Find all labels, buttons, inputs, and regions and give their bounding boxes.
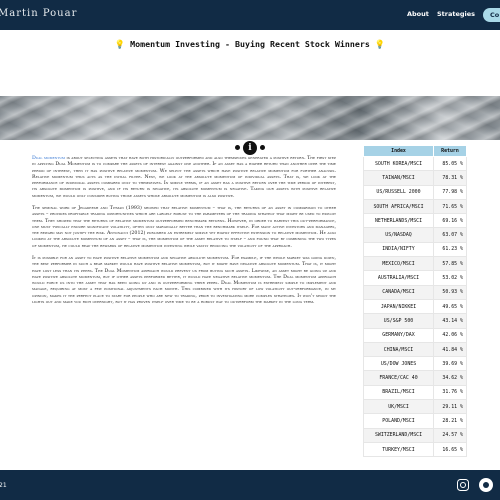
table-row: AUSTRALIA/MSCI 53.02 % xyxy=(363,270,467,286)
info-circle: i xyxy=(243,141,257,155)
table-header-row: Index Return xyxy=(363,145,467,157)
table-row: SWITZERLAND/MSCI 24.57 % xyxy=(363,427,467,443)
return-cell: 77.98 % xyxy=(433,184,467,200)
index-cell: CHINA/MSCI xyxy=(363,341,434,358)
article-paragraph-1-text: is about selecting assets that have both… xyxy=(32,156,337,199)
index-cell: NETHERLANDS/MSCI xyxy=(363,213,434,229)
nav-contact-button[interactable]: Co xyxy=(483,8,500,22)
return-cell: 43.14 % xyxy=(433,313,467,329)
index-cell: INDIA/NIFTY xyxy=(363,241,434,258)
index-cell: US/DOW JONES xyxy=(363,356,434,372)
banner-image xyxy=(0,96,500,140)
table-row: TURKEY/MSCI 16.65 % xyxy=(363,441,467,458)
page-title: 💡 Momentum Investing - Buying Recent Sto… xyxy=(114,39,386,49)
article-paragraph-1: Dual momentum is about selecting assets … xyxy=(32,156,336,200)
index-cell: POLAND/MSCI xyxy=(363,413,434,429)
site-footer: 21 xyxy=(0,470,500,500)
table-row: FRANCE/CAC 40 34.62 % xyxy=(363,370,467,386)
index-cell: US/RUSSELL 2000 xyxy=(363,184,434,200)
table-row: POLAND/MSCI 28.21 % xyxy=(363,413,467,429)
return-cell: 16.65 % xyxy=(433,441,467,458)
return-cell: 85.05 % xyxy=(433,155,467,172)
index-cell: FRANCE/CAC 40 xyxy=(363,370,434,386)
github-icon[interactable] xyxy=(479,478,493,492)
index-cell: SOUTH KOREA/MSCI xyxy=(363,155,434,172)
logo[interactable]: Martin Pouar xyxy=(0,8,77,22)
table-row: CANADA/MSCI 50.93 % xyxy=(363,284,467,300)
dual-momentum-link[interactable]: Dual momentum xyxy=(32,156,65,161)
index-cell: MEXICO/MSCI xyxy=(363,256,434,272)
return-cell: 29.11 % xyxy=(433,399,467,415)
table-row: US/RUSSELL 2000 77.98 % xyxy=(363,184,467,200)
return-cell: 57.85 % xyxy=(433,256,467,272)
return-cell: 53.02 % xyxy=(433,270,467,286)
nav-strategies-link[interactable]: Strategies xyxy=(437,10,475,18)
table-body: SOUTH KOREA/MSCI 85.05 % TAIWAN/MSCI 78.31 … xyxy=(363,155,467,458)
return-cell: 39.69 % xyxy=(433,356,467,372)
return-cell: 71.65 % xyxy=(433,198,467,215)
index-cell: AUSTRALIA/MSCI xyxy=(363,270,434,286)
table-row: MEXICO/MSCI 57.85 % xyxy=(363,256,467,272)
index-cell: CANADA/MSCI xyxy=(363,284,434,300)
footer-text: 21 xyxy=(0,482,7,489)
index-cell: US/NASDAQ xyxy=(363,227,434,243)
return-cell: 28.21 % xyxy=(433,413,467,429)
table-row: SOUTH AFRICA/MSCI 71.65 % xyxy=(363,198,467,215)
instagram-icon[interactable] xyxy=(457,479,469,491)
return-cell: 63.07 % xyxy=(433,227,467,243)
return-cell: 31.76 % xyxy=(433,384,467,401)
table-row: TAIWAN/MSCI 78.31 % xyxy=(363,170,467,186)
table-row: US/DOW JONES 39.69 % xyxy=(363,356,467,372)
return-cell: 34.62 % xyxy=(433,370,467,386)
header-index: Index xyxy=(363,145,434,157)
table-row: BRAZIL/MSCI 31.76 % xyxy=(363,384,467,401)
nav-about-link[interactable]: About xyxy=(407,10,429,18)
return-cell: 61.23 % xyxy=(433,241,467,258)
index-cell: JAPAN/NIKKEI xyxy=(363,298,434,315)
return-cell: 78.31 % xyxy=(433,170,467,186)
table-row: US/NASDAQ 63.07 % xyxy=(363,227,467,243)
index-cell: TAIWAN/MSCI xyxy=(363,170,434,186)
article-paragraph-3: It is possible for an asset to have posi… xyxy=(32,256,336,305)
index-cell: SWITZERLAND/MSCI xyxy=(363,427,434,443)
index-cell: SOUTH AFRICA/MSCI xyxy=(363,198,434,215)
index-cell: BRAZIL/MSCI xyxy=(363,384,434,401)
table-row: INDIA/NIFTY 61.23 % xyxy=(363,241,467,258)
index-cell: GERMANY/DAX xyxy=(363,327,434,343)
table-row: NETHERLANDS/MSCI 69.16 % xyxy=(363,213,467,229)
table-row: CHINA/MSCI 41.84 % xyxy=(363,341,467,358)
return-cell: 41.84 % xyxy=(433,341,467,358)
site-header: Martin Pouar About Strategies Co xyxy=(0,0,500,30)
header-return: Return xyxy=(433,145,467,157)
return-cell: 42.06 % xyxy=(433,327,467,343)
returns-table: Index Return SOUTH KOREA/MSCI 85.05 % TAIW… xyxy=(363,145,467,458)
return-cell: 49.65 % xyxy=(433,298,467,315)
table-row: GERMANY/DAX 42.06 % xyxy=(363,327,467,343)
article-body: Dual momentum is about selecting assets … xyxy=(32,156,336,312)
return-cell: 69.16 % xyxy=(433,213,467,229)
table-row: JAPAN/NIKKEI 49.65 % xyxy=(363,298,467,315)
index-cell: TURKEY/MSCI xyxy=(363,441,434,458)
return-cell: 24.57 % xyxy=(433,427,467,443)
table-row: US/S&P 500 43.14 % xyxy=(363,313,467,329)
dot-right xyxy=(260,145,265,150)
table-row: UK/MSCI 29.11 % xyxy=(363,399,467,415)
return-cell: 50.93 % xyxy=(433,284,467,300)
table-row: SOUTH KOREA/MSCI 85.05 % xyxy=(363,155,467,172)
index-cell: US/S&P 500 xyxy=(363,313,434,329)
article-paragraph-2: The seminal work of Jegadeesh and Titman… xyxy=(32,206,336,249)
dot-left xyxy=(235,145,240,150)
index-cell: UK/MSCI xyxy=(363,399,434,415)
